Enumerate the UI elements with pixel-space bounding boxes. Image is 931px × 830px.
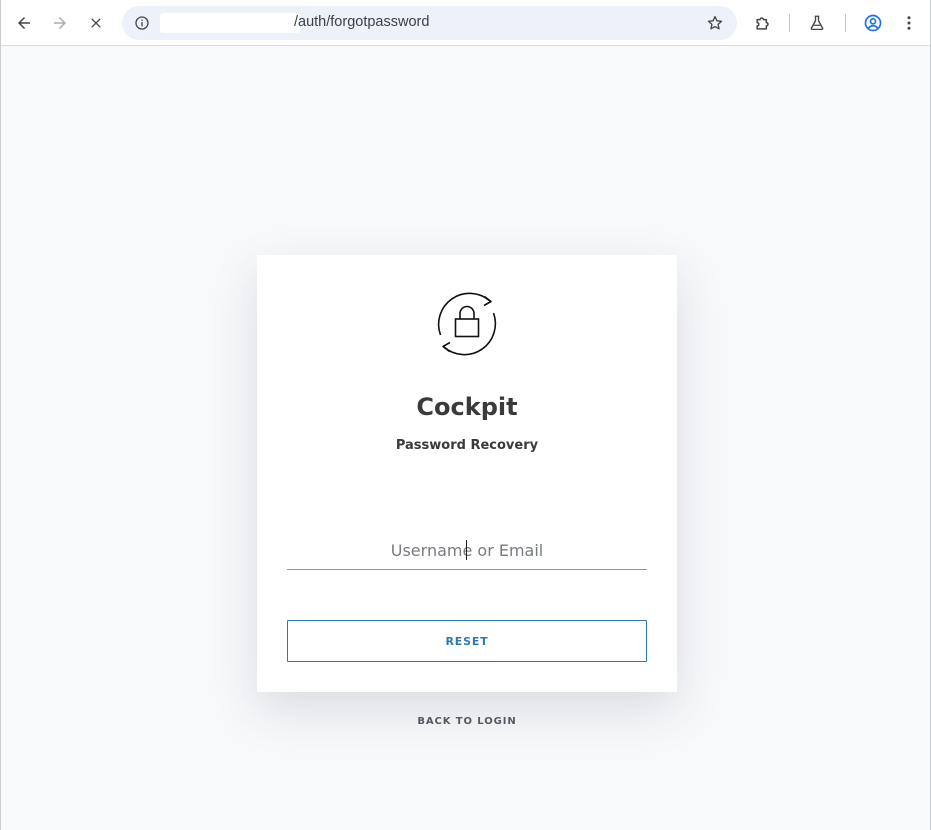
username-email-input[interactable] xyxy=(287,533,647,570)
browser-toolbar: /auth/forgotpassword xyxy=(1,0,930,46)
address-bar[interactable]: /auth/forgotpassword xyxy=(122,6,737,40)
toolbar-separator xyxy=(845,14,846,32)
arrow-left-icon xyxy=(18,17,30,29)
toolbar-separator xyxy=(789,14,790,32)
back-to-login-link[interactable]: BACK TO LOGIN xyxy=(257,716,677,727)
back-button[interactable] xyxy=(8,7,40,39)
password-recovery-card: Cockpit Password Recovery RESET xyxy=(257,255,677,692)
text-cursor xyxy=(466,540,467,560)
labs-button[interactable] xyxy=(801,7,833,39)
info-icon xyxy=(135,16,149,30)
forward-button[interactable] xyxy=(44,7,76,39)
account-circle-icon xyxy=(864,14,882,32)
close-icon xyxy=(91,18,101,28)
site-info-button[interactable] xyxy=(130,11,154,35)
lock-refresh-icon xyxy=(437,292,497,356)
url-text[interactable]: /auth/forgotpassword xyxy=(294,14,429,30)
flask-icon xyxy=(810,15,824,31)
reset-button[interactable]: RESET xyxy=(287,620,647,662)
arrow-right-icon xyxy=(54,17,66,29)
star-icon xyxy=(707,15,723,30)
redacted-url-part xyxy=(160,13,300,33)
bookmark-button[interactable] xyxy=(703,11,727,35)
page-subtitle: Password Recovery xyxy=(395,438,539,453)
more-vert-icon xyxy=(907,16,911,30)
profile-button[interactable] xyxy=(857,7,889,39)
extensions-button[interactable] xyxy=(747,7,779,39)
app-title: Cockpit xyxy=(416,393,518,421)
puzzle-icon xyxy=(756,17,769,30)
stop-loading-button[interactable] xyxy=(80,7,112,39)
browser-menu-button[interactable] xyxy=(893,7,925,39)
